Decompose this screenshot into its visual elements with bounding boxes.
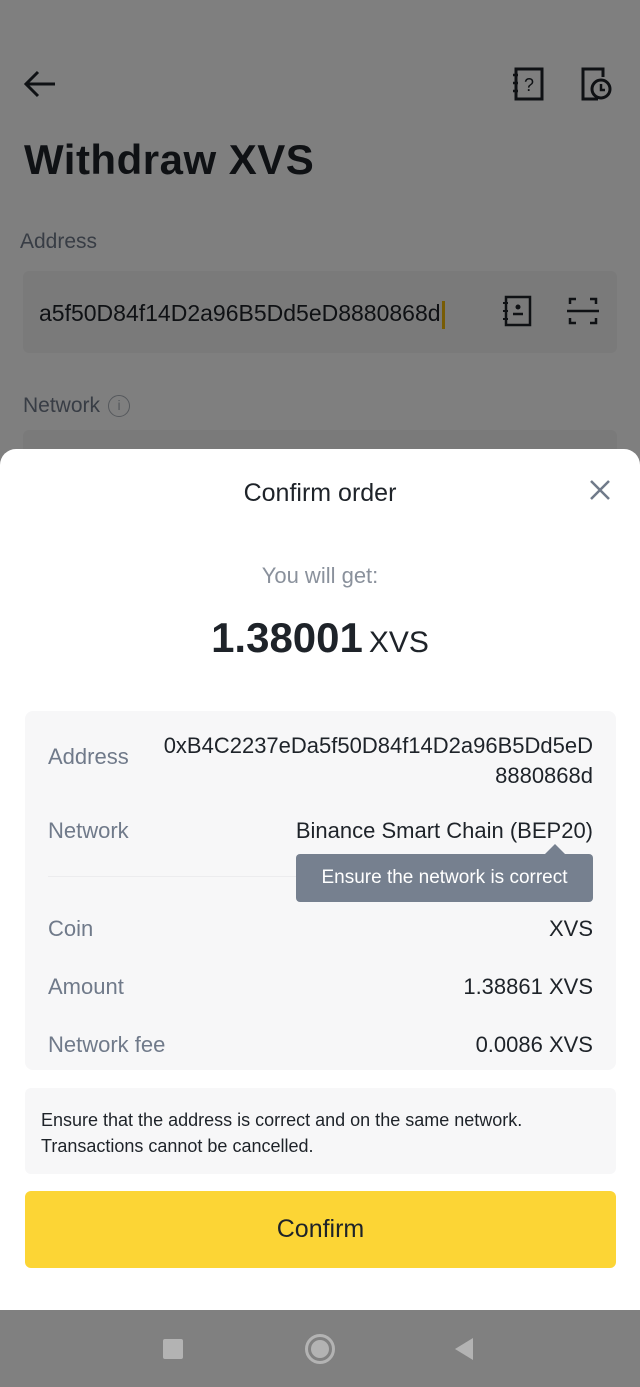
network-tooltip: Ensure the network is correct bbox=[296, 844, 593, 902]
receive-amount-value: 1.38001 bbox=[211, 614, 363, 661]
confirm-button[interactable]: Confirm bbox=[25, 1191, 616, 1268]
you-will-get-label: You will get: bbox=[261, 563, 379, 588]
sheet-title: Confirm order bbox=[243, 479, 397, 507]
receive-amount-unit: XVS bbox=[368, 626, 429, 659]
detail-amount-label: Amount bbox=[48, 974, 124, 999]
close-icon[interactable] bbox=[586, 476, 614, 504]
system-nav-bar bbox=[0, 1310, 640, 1387]
receive-amount: 1.38001 XVS bbox=[0, 614, 640, 662]
detail-fee-value: 0.0086 XVS bbox=[475, 1032, 593, 1057]
detail-amount-value: 1.38861 XVS bbox=[463, 974, 593, 999]
warning-notice: Ensure that the address is correct and o… bbox=[25, 1088, 616, 1174]
back-triangle-icon[interactable] bbox=[455, 1338, 473, 1360]
recent-apps-icon[interactable] bbox=[163, 1339, 183, 1359]
detail-coin-value: XVS bbox=[548, 916, 593, 941]
detail-address-label: Address bbox=[48, 744, 129, 769]
home-icon[interactable] bbox=[305, 1334, 335, 1364]
detail-fee-label: Network fee bbox=[48, 1032, 166, 1057]
confirm-order-sheet: Confirm order You will get: 1.38001 XVS A… bbox=[0, 449, 640, 1310]
detail-network-label: Network bbox=[48, 818, 129, 843]
detail-coin-label: Coin bbox=[48, 916, 94, 941]
order-details: Address 0xB4C2237eDa5f50D84f14D2a96B5Dd5… bbox=[25, 711, 616, 1070]
detail-network-value: Binance Smart Chain (BEP20) bbox=[295, 818, 593, 843]
detail-address-value: 0xB4C2237eDa5f50D84f14D2a96B5Dd5eD888086… bbox=[163, 733, 593, 788]
